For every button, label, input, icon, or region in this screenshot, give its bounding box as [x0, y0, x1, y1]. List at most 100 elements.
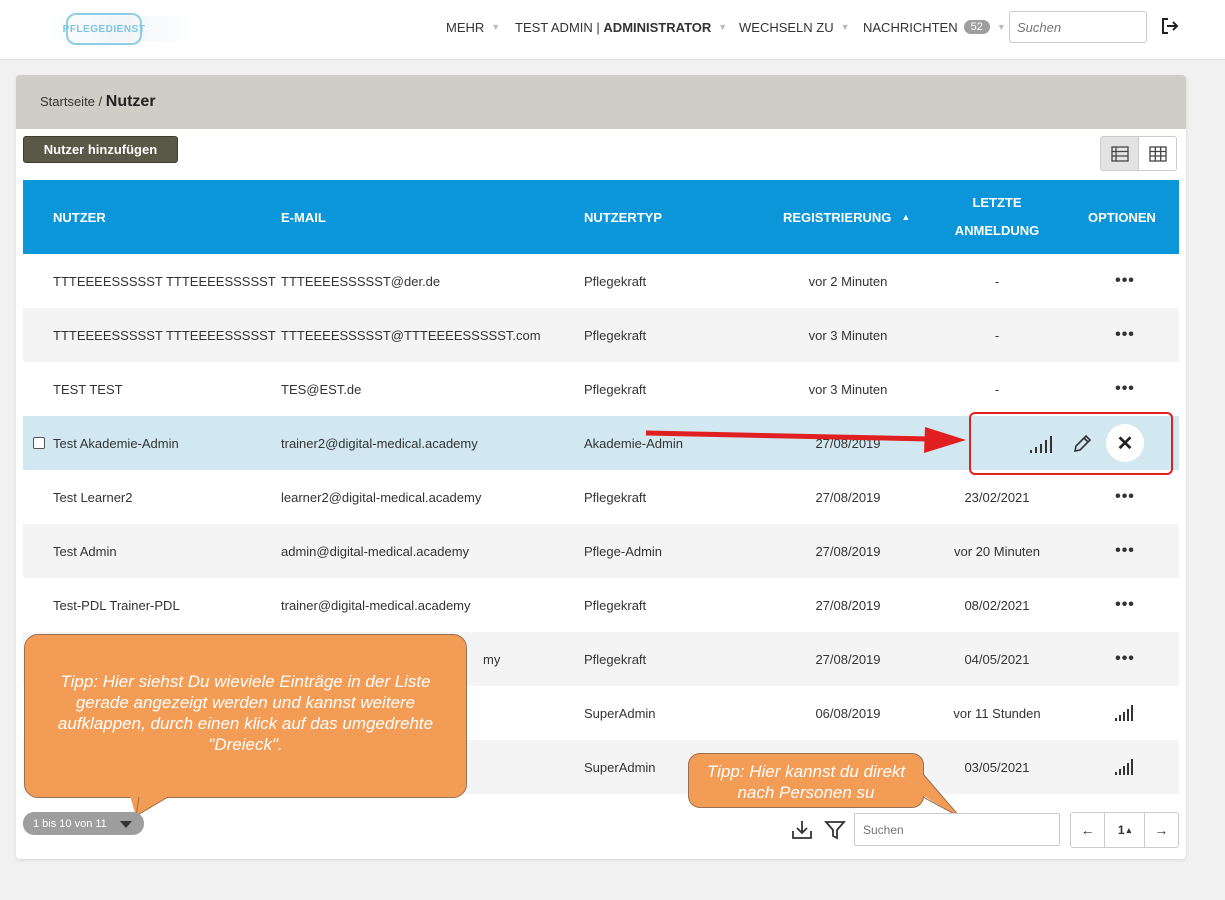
top-navigation-bar: PFLEGEDIENST MEHR ▼ TEST ADMIN | ADMINIST…	[0, 0, 1225, 60]
column-header-registered[interactable]: REGISTRIERUNG ▲	[783, 180, 910, 254]
more-options-icon[interactable]: •••	[1107, 362, 1143, 416]
more-options-icon[interactable]: •••	[1107, 470, 1143, 524]
download-icon[interactable]	[790, 818, 814, 842]
column-header-user[interactable]: NUTZER	[53, 180, 106, 254]
registered-cell: 27/08/2019	[815, 543, 881, 559]
registered-cell: vor 3 Minuten	[808, 381, 888, 397]
user-type-cell: Pflegekraft	[584, 651, 647, 667]
last-login-cell: 04/05/2021	[964, 651, 1030, 667]
user-type-cell: Pflegekraft	[584, 381, 647, 397]
table-header: NUTZER E-MAIL NUTZERTYP REGISTRIERUNG ▲ …	[23, 180, 1179, 254]
user-name-cell: TEST TEST	[53, 381, 123, 397]
nav-user-menu[interactable]: TEST ADMIN | ADMINISTRATOR ▼	[515, 0, 727, 54]
more-options-icon[interactable]: •••	[1107, 524, 1143, 578]
column-header-email[interactable]: E-MAIL	[281, 180, 326, 254]
breadcrumb: Startseite / Nutzer	[40, 93, 156, 111]
pagination-page-number: 1	[1117, 823, 1125, 837]
filter-icon[interactable]	[823, 818, 847, 842]
email-cell: TTTEEEESSSSST@der.de	[281, 273, 441, 289]
tip-callout-entries: Tipp: Hier siehst Du wieviele Einträge i…	[24, 634, 467, 798]
table-row[interactable]: TEST TEST TES@EST.de Pflegekraft vor 3 M…	[23, 362, 1179, 416]
pagination-prev-button[interactable]: ←	[1071, 813, 1106, 847]
more-options-icon[interactable]: •••	[1107, 254, 1143, 308]
last-login-cell: vor 20 Minuten	[954, 543, 1040, 559]
column-header-last-login[interactable]: LETZTE ANMELDUNG	[937, 180, 1057, 254]
grid-view-icon[interactable]	[1139, 137, 1176, 170]
registered-cell: 06/08/2019	[815, 705, 881, 721]
email-cell: TES@EST.de	[281, 381, 362, 397]
registered-cell: 27/08/2019	[815, 489, 881, 505]
breadcrumb-home[interactable]: Startseite /	[40, 94, 102, 109]
user-name-cell: Test Admin	[53, 543, 117, 559]
email-cell: admin@digital-medical.academy	[281, 543, 470, 559]
table-row[interactable]: TTTEEEESSSSST TTTEEEESSSSST TTTEEEESSSSS…	[23, 254, 1179, 308]
nav-messages-label: NACHRICHTEN	[863, 19, 958, 35]
last-login-cell: -	[994, 327, 1000, 343]
user-name-cell: Test Akademie-Admin	[53, 435, 179, 451]
nav-user-name: TEST ADMIN	[515, 19, 593, 35]
column-header-options: OPTIONEN	[1088, 209, 1156, 225]
sort-ascending-icon: ▲	[901, 212, 911, 222]
more-options-icon[interactable]: •••	[1107, 578, 1143, 632]
registered-cell: vor 2 Minuten	[808, 273, 888, 289]
registered-cell: 27/08/2019	[815, 597, 881, 613]
nav-switch-to-label: WECHSELN ZU	[739, 19, 834, 35]
last-login-cell: -	[994, 381, 1000, 397]
user-name-cell: TTTEEEESSSSST TTTEEEESSSSST	[53, 327, 276, 343]
column-header-last-login-line1: LETZTE	[972, 195, 1022, 210]
column-header-last-login-line2: ANMELDUNG	[954, 223, 1040, 238]
nav-switch-to[interactable]: WECHSELN ZU ▼	[739, 0, 850, 54]
chevron-down-icon: ▼	[996, 22, 1006, 32]
last-login-cell: 08/02/2021	[964, 597, 1030, 613]
entries-range-dropdown[interactable]: 1 bis 10 von 11	[23, 812, 144, 835]
last-login-cell: vor 11 Stunden	[953, 705, 1041, 721]
more-options-icon[interactable]: •••	[1107, 308, 1143, 362]
messages-count-badge: 52	[963, 20, 990, 34]
user-type-cell: SuperAdmin	[584, 759, 656, 775]
nav-separator: |	[596, 19, 600, 35]
statistics-icon[interactable]	[1107, 686, 1143, 740]
table-row[interactable]: Test Learner2 learner2@digital-medical.a…	[23, 470, 1179, 524]
last-login-cell: -	[994, 273, 1000, 289]
table-row[interactable]: Test-PDL Trainer-PDL trainer@digital-med…	[23, 578, 1179, 632]
chevron-down-icon: ▼	[491, 22, 501, 32]
table-row[interactable]: TTTEEEESSSSST TTTEEEESSSSST TTTEEEESSSSS…	[23, 308, 1179, 362]
app-logo[interactable]: PFLEGEDIENST	[63, 13, 145, 45]
triangle-down-icon[interactable]	[120, 821, 132, 828]
last-login-cell: 23/02/2021	[964, 489, 1030, 505]
annotation-highlight-box	[969, 412, 1173, 475]
email-cell: trainer@digital-medical.academy	[281, 597, 471, 613]
annotation-arrow-icon	[645, 427, 966, 453]
column-header-type[interactable]: NUTZERTYP	[584, 180, 662, 254]
more-options-icon[interactable]: •••	[1107, 632, 1143, 686]
pagination-next-button[interactable]: →	[1145, 813, 1178, 847]
table-row[interactable]: Test Admin admin@digital-medical.academy…	[23, 524, 1179, 578]
user-type-cell: Pflegekraft	[584, 597, 647, 613]
user-type-cell: Pflegekraft	[584, 327, 647, 343]
column-header-registered-label: REGISTRIERUNG	[783, 209, 892, 225]
user-type-cell: Pflegekraft	[584, 489, 647, 505]
top-search-input[interactable]	[1009, 11, 1147, 43]
nav-more[interactable]: MEHR ▼	[446, 0, 500, 54]
pagination-page-select[interactable]: 1 ▴	[1105, 813, 1145, 847]
add-user-button[interactable]: Nutzer hinzufügen	[23, 136, 178, 163]
email-cell: learner2@digital-medical.academy	[281, 489, 482, 505]
breadcrumb-bar: Startseite / Nutzer	[16, 75, 1186, 129]
email-cell: trainer2@digital-medical.academy	[281, 435, 478, 451]
row-select-checkbox[interactable]	[33, 437, 45, 449]
user-name-cell: Test Learner2	[53, 489, 133, 505]
view-toggle	[1100, 136, 1177, 171]
table-search-input[interactable]	[854, 813, 1060, 846]
tip-callout-search: Tipp: Hier kannst du direkt nach Persone…	[688, 753, 924, 808]
user-name-cell: TTTEEEESSSSST TTTEEEESSSSST	[53, 273, 276, 289]
nav-messages[interactable]: NACHRICHTEN 52 ▼	[863, 0, 1006, 54]
user-type-cell: Pflege-Admin	[584, 543, 663, 559]
user-type-cell: SuperAdmin	[584, 705, 656, 721]
page-title: Nutzer	[105, 93, 156, 110]
chevron-down-icon: ▼	[840, 22, 850, 32]
list-view-icon[interactable]	[1101, 137, 1139, 170]
chevron-down-icon: ▼	[718, 22, 728, 32]
statistics-icon[interactable]	[1107, 740, 1143, 794]
logout-icon[interactable]	[1158, 14, 1182, 38]
user-name-cell: Test-PDL Trainer-PDL	[53, 597, 180, 613]
